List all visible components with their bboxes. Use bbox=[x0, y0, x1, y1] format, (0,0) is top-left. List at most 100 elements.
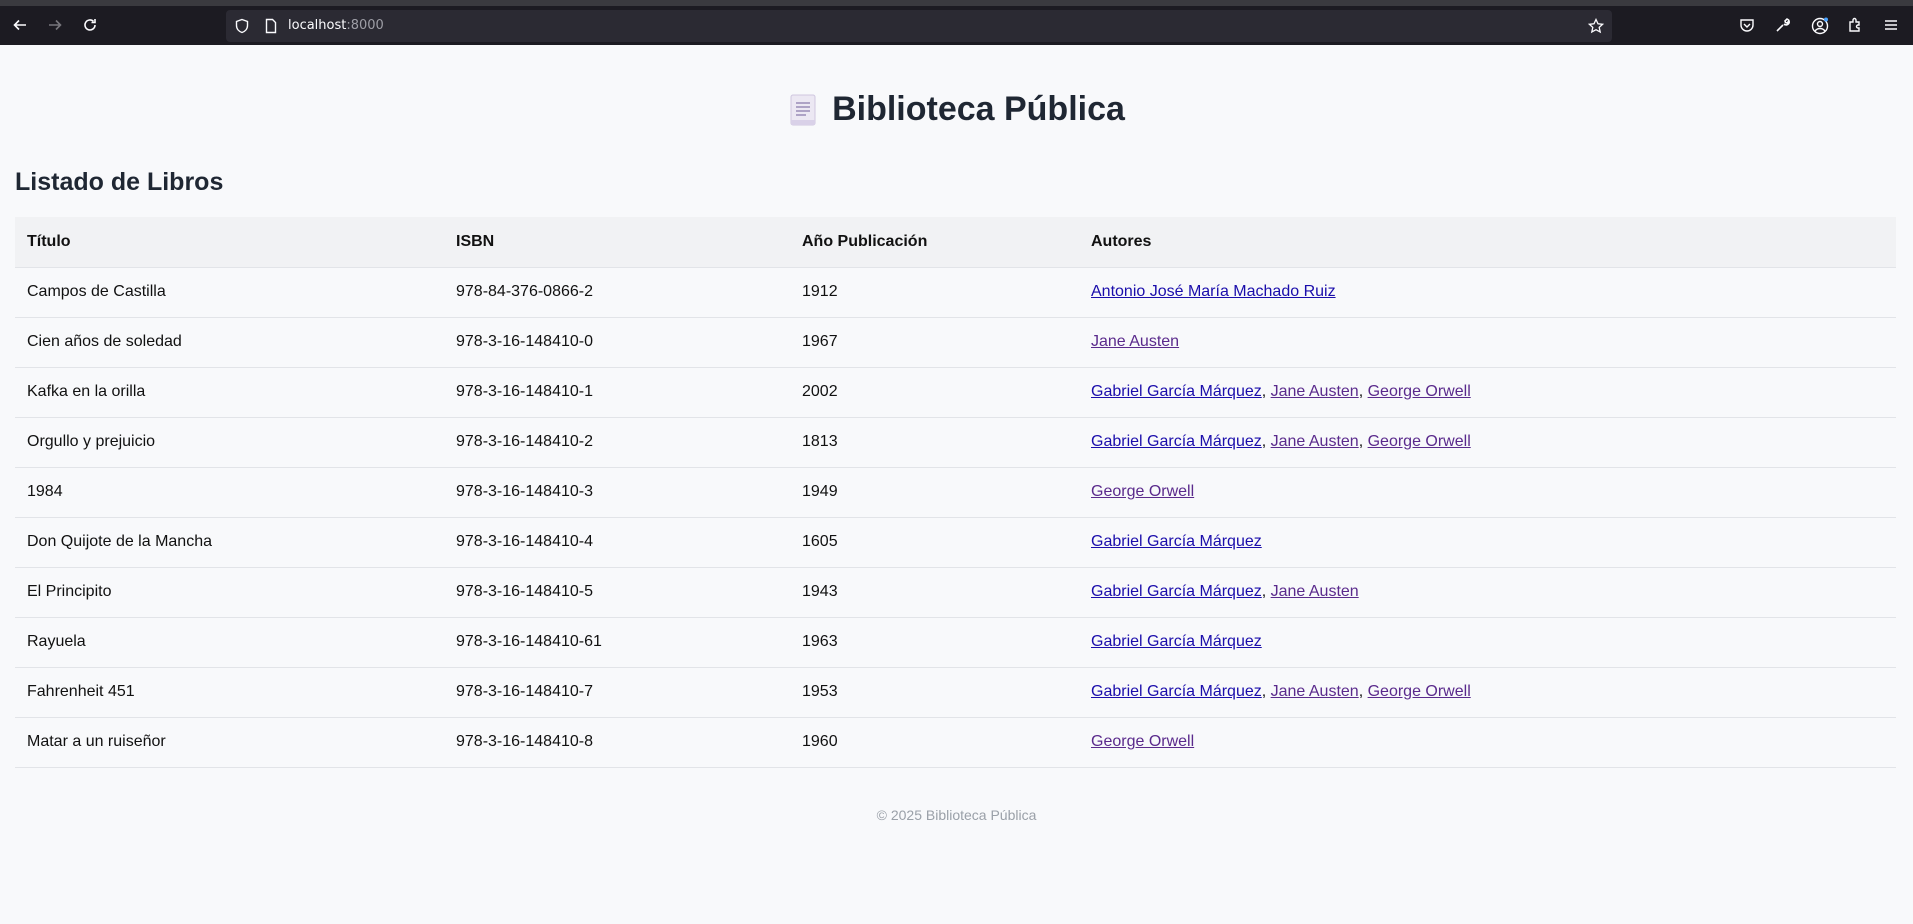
cell-authors: Gabriel García Márquez bbox=[1079, 517, 1896, 568]
cell-isbn: 978-3-16-148410-0 bbox=[444, 317, 790, 368]
cell-title: Cien años de soledad bbox=[15, 317, 444, 368]
cell-authors: Gabriel García Márquez, Jane Austen, Geo… bbox=[1079, 667, 1896, 718]
author-link[interactable]: George Orwell bbox=[1368, 383, 1471, 400]
extensions-icon[interactable] bbox=[1847, 17, 1863, 33]
table-body: Campos de Castilla 978-84-376-0866-2 1912 A… bbox=[15, 267, 1896, 768]
cell-year: 1813 bbox=[790, 417, 1079, 468]
author-link[interactable]: Antonio José María Machado Ruiz bbox=[1091, 283, 1336, 300]
cell-isbn: 978-3-16-148410-7 bbox=[444, 667, 790, 718]
table-row: Cien años de soledad 978-3-16-148410-0 196… bbox=[15, 317, 1896, 368]
author-separator: , bbox=[1261, 683, 1271, 700]
back-button[interactable] bbox=[2, 7, 38, 43]
author-link[interactable]: George Orwell bbox=[1091, 733, 1194, 750]
author-link[interactable]: Jane Austen bbox=[1091, 333, 1179, 350]
author-link[interactable]: Gabriel García Márquez bbox=[1091, 433, 1262, 450]
author-link[interactable]: Jane Austen bbox=[1271, 383, 1359, 400]
column-header-authors: Autores bbox=[1079, 217, 1896, 268]
author-separator: , bbox=[1358, 433, 1368, 450]
books-table: Título ISBN Año Publicación Autores Camp… bbox=[15, 217, 1896, 768]
author-separator: , bbox=[1261, 433, 1271, 450]
forward-button[interactable] bbox=[37, 7, 73, 43]
cell-title: Kafka en la orilla bbox=[15, 367, 444, 418]
address-bar[interactable]: localhost:8000 bbox=[226, 10, 1612, 42]
table-row: Matar a un ruiseñor 978-3-16-148410-8 1960… bbox=[15, 717, 1896, 768]
reload-icon bbox=[84, 19, 96, 31]
cell-authors: Gabriel García Márquez bbox=[1079, 617, 1896, 668]
author-link[interactable]: George Orwell bbox=[1368, 433, 1471, 450]
author-link[interactable]: Jane Austen bbox=[1271, 583, 1359, 600]
section-title: Listado de Libros bbox=[15, 168, 224, 196]
cell-title: Don Quijote de la Mancha bbox=[15, 517, 444, 568]
cell-isbn: 978-3-16-148410-5 bbox=[444, 567, 790, 618]
document-icon bbox=[788, 93, 818, 127]
table-row: 1984 978-3-16-148410-3 1949 George Orwell bbox=[15, 467, 1896, 518]
page-title: Biblioteca Pública bbox=[832, 90, 1125, 128]
menu-icon[interactable] bbox=[1883, 17, 1899, 33]
table-row: Orgullo y prejuicio 978-3-16-148410-2 1813… bbox=[15, 417, 1896, 468]
author-link[interactable]: George Orwell bbox=[1091, 483, 1194, 500]
cell-isbn: 978-3-16-148410-1 bbox=[444, 367, 790, 418]
cell-title: Campos de Castilla bbox=[15, 267, 444, 318]
column-header-isbn: ISBN bbox=[444, 217, 790, 268]
cell-isbn: 978-3-16-148410-61 bbox=[444, 617, 790, 668]
cell-isbn: 978-3-16-148410-8 bbox=[444, 717, 790, 768]
author-link[interactable]: Gabriel García Márquez bbox=[1091, 583, 1262, 600]
column-header-title: Título bbox=[15, 217, 444, 268]
cell-authors: Jane Austen bbox=[1079, 317, 1896, 368]
cell-title: Matar a un ruiseñor bbox=[15, 717, 444, 768]
cell-isbn: 978-3-16-148410-4 bbox=[444, 517, 790, 568]
table-header-row: Título ISBN Año Publicación Autores bbox=[15, 217, 1896, 268]
cell-authors: Gabriel García Márquez, Jane Austen, Geo… bbox=[1079, 417, 1896, 468]
cell-year: 1949 bbox=[790, 467, 1079, 518]
cell-isbn: 978-3-16-148410-2 bbox=[444, 417, 790, 468]
cell-year: 1912 bbox=[790, 267, 1079, 318]
cell-title: Orgullo y prejuicio bbox=[15, 417, 444, 468]
cell-year: 1963 bbox=[790, 617, 1079, 668]
author-link[interactable]: Gabriel García Márquez bbox=[1091, 633, 1262, 650]
wrench-icon[interactable] bbox=[1775, 17, 1791, 33]
reload-button[interactable] bbox=[72, 7, 108, 43]
table-row: Don Quijote de la Mancha 978-3-16-148410-… bbox=[15, 517, 1896, 568]
author-separator: , bbox=[1261, 583, 1271, 600]
footer: © 2025 Biblioteca Pública bbox=[876, 807, 1037, 823]
author-link[interactable]: Gabriel García Márquez bbox=[1091, 683, 1262, 700]
url-host: localhost bbox=[288, 18, 347, 33]
pocket-icon[interactable] bbox=[1739, 17, 1755, 33]
browser-toolbar: localhost:8000 bbox=[0, 6, 1913, 45]
page-info-icon[interactable] bbox=[263, 18, 279, 34]
author-separator: , bbox=[1358, 683, 1368, 700]
author-link[interactable]: Jane Austen bbox=[1271, 433, 1359, 450]
shield-icon[interactable] bbox=[234, 18, 250, 34]
arrow-right-icon bbox=[49, 19, 62, 31]
cell-title: Fahrenheit 451 bbox=[15, 667, 444, 718]
url-text[interactable]: localhost:8000 bbox=[288, 18, 384, 33]
author-link[interactable]: George Orwell bbox=[1368, 683, 1471, 700]
cell-authors: Gabriel García Márquez, Jane Austen, Geo… bbox=[1079, 367, 1896, 418]
cell-authors: Antonio José María Machado Ruiz bbox=[1079, 267, 1896, 318]
cell-authors: Gabriel García Márquez, Jane Austen bbox=[1079, 567, 1896, 618]
cell-isbn: 978-84-376-0866-2 bbox=[444, 267, 790, 318]
arrow-left-icon bbox=[13, 19, 26, 31]
cell-isbn: 978-3-16-148410-3 bbox=[444, 467, 790, 518]
column-header-year: Año Publicación bbox=[790, 217, 1079, 268]
cell-year: 2002 bbox=[790, 367, 1079, 418]
author-link[interactable]: Jane Austen bbox=[1271, 683, 1359, 700]
cell-year: 1943 bbox=[790, 567, 1079, 618]
table-row: Fahrenheit 451 978-3-16-148410-7 1953 Gabri… bbox=[15, 667, 1896, 718]
cell-year: 1953 bbox=[790, 667, 1079, 718]
author-link[interactable]: Gabriel García Márquez bbox=[1091, 533, 1262, 550]
page-title-wrapper: Biblioteca Pública bbox=[788, 90, 1125, 129]
author-separator: , bbox=[1261, 383, 1271, 400]
cell-year: 1605 bbox=[790, 517, 1079, 568]
account-icon[interactable] bbox=[1811, 17, 1829, 35]
author-separator: , bbox=[1358, 383, 1368, 400]
cell-title: Rayuela bbox=[15, 617, 444, 668]
url-port: :8000 bbox=[346, 18, 384, 33]
cell-authors: George Orwell bbox=[1079, 467, 1896, 518]
author-link[interactable]: Gabriel García Márquez bbox=[1091, 383, 1262, 400]
bookmark-star-icon[interactable] bbox=[1588, 18, 1604, 34]
table-row: El Principito 978-3-16-148410-5 1943 Gabrie… bbox=[15, 567, 1896, 618]
table-row: Kafka en la orilla 978-3-16-148410-1 2002 G… bbox=[15, 367, 1896, 418]
page-header: Biblioteca Pública bbox=[0, 90, 1913, 131]
table-row: Rayuela 978-3-16-148410-61 1963 Gabriel Gar… bbox=[15, 617, 1896, 668]
